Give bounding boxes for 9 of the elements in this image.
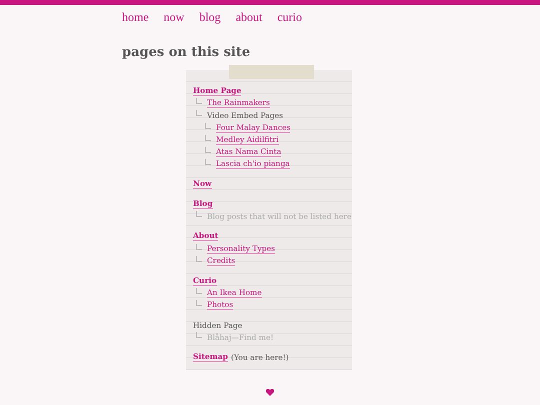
nav-link[interactable]: blog (199, 10, 221, 25)
nav-link[interactable]: home (122, 10, 149, 25)
nav-link[interactable]: now (164, 10, 184, 25)
tree-branch-icon (196, 211, 202, 218)
nav-link[interactable]: about (236, 10, 262, 25)
tree-branch-icon (196, 332, 202, 338)
page-heading: pages on this site (122, 45, 252, 60)
heart-icon (266, 389, 274, 396)
nav-link[interactable]: curio (277, 10, 302, 25)
